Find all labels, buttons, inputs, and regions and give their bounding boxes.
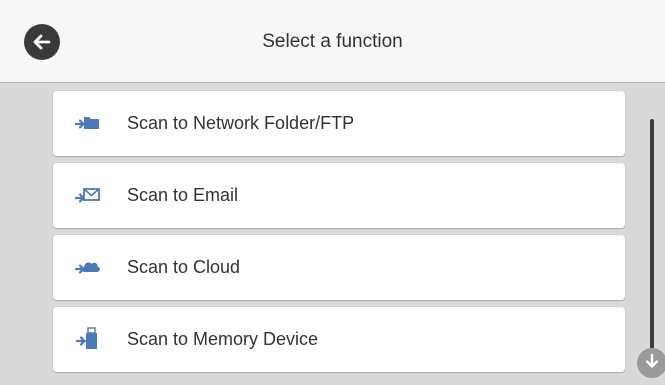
- cloud-icon: [75, 255, 101, 279]
- function-menu: Scan to Network Folder/FTP Scan to Email…: [53, 91, 625, 379]
- email-icon: [75, 183, 101, 207]
- menu-item-label: Scan to Memory Device: [127, 329, 319, 349]
- menu-item-label: Scan to Email: [127, 185, 239, 205]
- menu-item-scan-to-memory-device[interactable]: Scan to Memory Device: [53, 307, 625, 372]
- function-list-area: Scan to Network Folder/FTP Scan to Email…: [0, 83, 665, 385]
- page-title: Select a function: [262, 31, 403, 52]
- menu-item-scan-to-cloud[interactable]: Scan to Cloud: [53, 235, 625, 300]
- menu-item-scan-to-network-folder[interactable]: Scan to Network Folder/FTP: [53, 91, 625, 156]
- menu-item-label: Scan to Cloud: [127, 257, 241, 277]
- header-bar: Select a function: [0, 0, 665, 83]
- memory-device-icon: [75, 327, 101, 351]
- menu-item-scan-to-email[interactable]: Scan to Email: [53, 163, 625, 228]
- scrollbar[interactable]: [650, 119, 654, 349]
- network-folder-icon: [75, 111, 101, 135]
- scroll-down-button[interactable]: [637, 348, 665, 378]
- menu-item-label: Scan to Network Folder/FTP: [127, 113, 355, 133]
- arrow-down-icon: [643, 352, 661, 375]
